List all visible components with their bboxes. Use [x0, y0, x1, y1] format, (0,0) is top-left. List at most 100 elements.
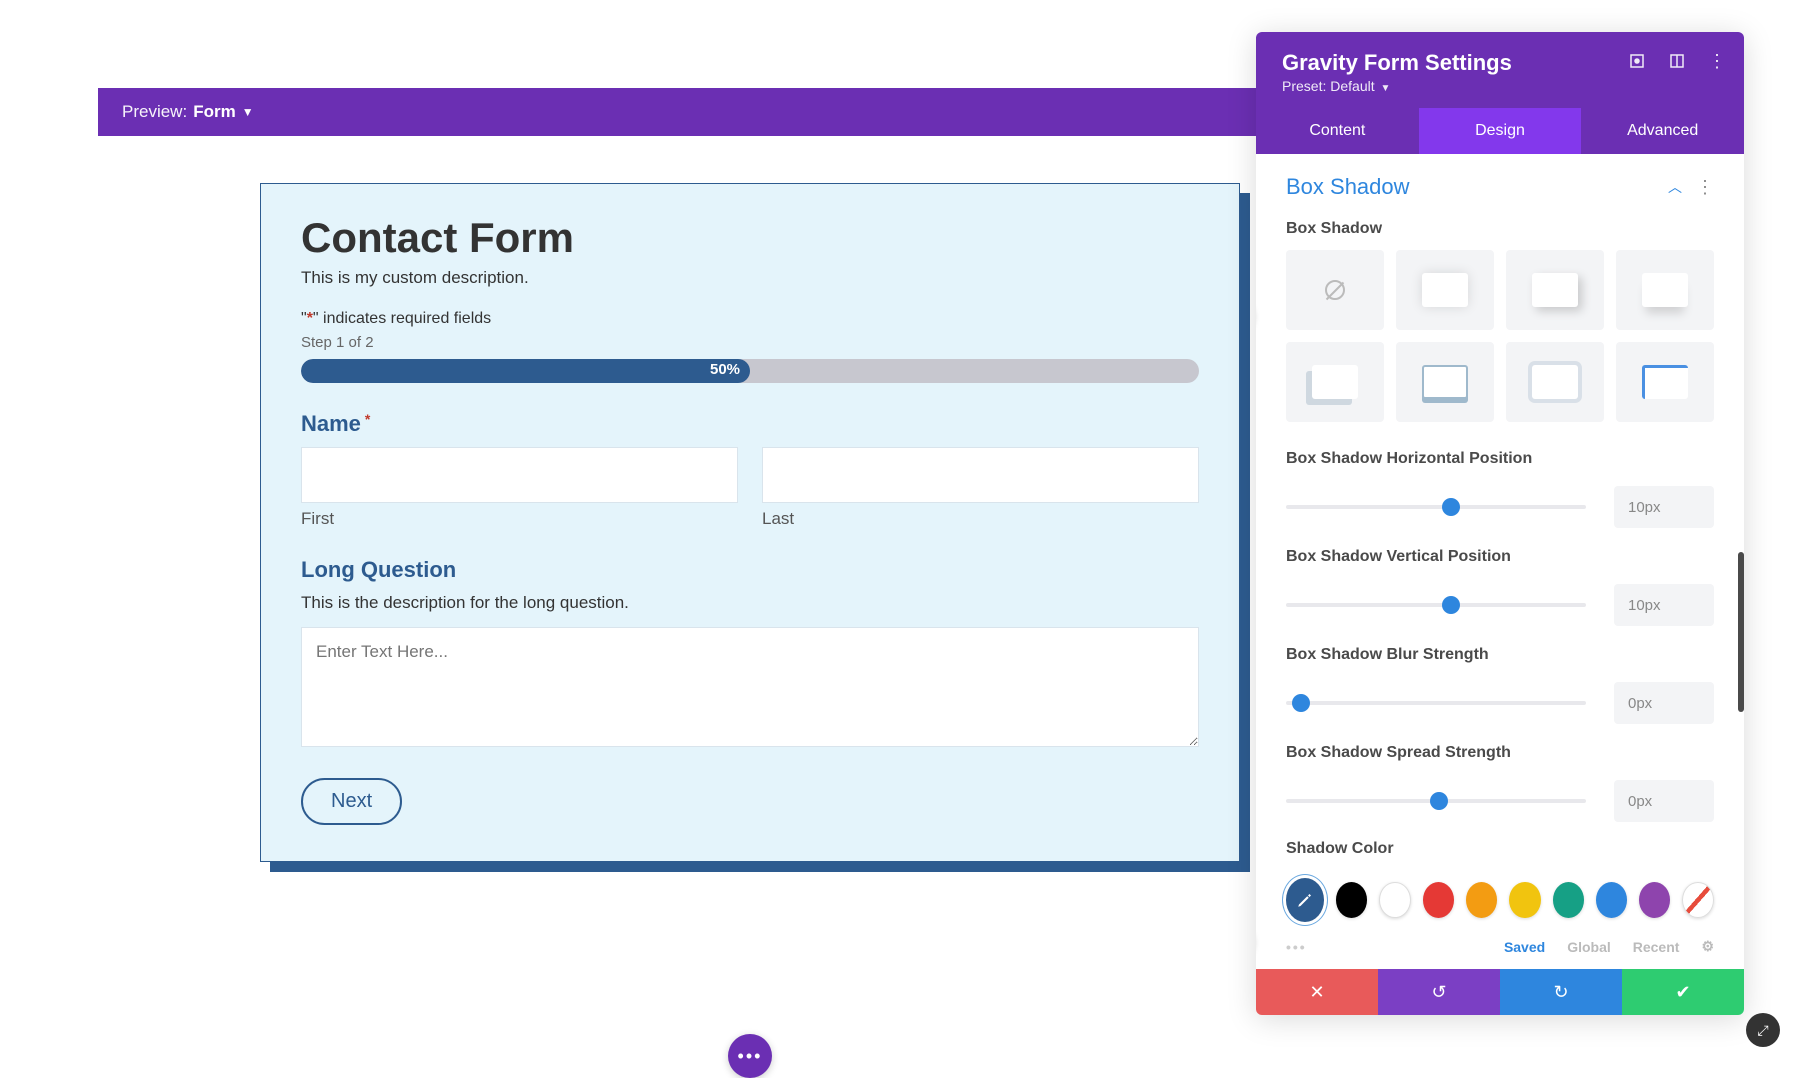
color-swatch[interactable] — [1336, 882, 1367, 918]
scrollbar[interactable] — [1738, 552, 1744, 712]
box-shadow-label: Box Shadow — [1256, 212, 1744, 250]
color-swatch[interactable] — [1379, 882, 1411, 918]
slider-row: 10px — [1286, 584, 1714, 626]
color-cat-recent[interactable]: Recent — [1633, 939, 1680, 955]
progress-percent: 50% — [710, 361, 740, 378]
slider-group: Box Shadow Vertical Position 10px — [1256, 538, 1744, 636]
tab-advanced[interactable]: Advanced — [1581, 108, 1744, 154]
shadow-preset-3[interactable] — [1616, 250, 1714, 330]
name-sublabels: First Last — [301, 509, 1199, 529]
slider-track[interactable] — [1286, 505, 1586, 509]
settings-panel: Gravity Form Settings Preset: Default ▼ … — [1256, 32, 1744, 1015]
kebab-icon[interactable]: ⋮ — [1696, 177, 1714, 198]
slider-value[interactable]: 0px — [1614, 780, 1714, 822]
chevron-down-icon: ▼ — [242, 105, 254, 119]
first-sublabel: First — [301, 509, 738, 529]
slider-label: Box Shadow Horizontal Position — [1286, 450, 1546, 468]
step-indicator: Step 1 of 2 — [301, 334, 1199, 351]
slider-value[interactable]: 0px — [1614, 682, 1714, 724]
slider-thumb[interactable] — [1292, 694, 1310, 712]
gear-icon[interactable]: ⚙ — [1701, 938, 1714, 955]
close-button[interactable]: ✕ — [1256, 969, 1378, 1015]
color-swatch[interactable] — [1423, 882, 1454, 918]
dots-icon[interactable]: ••• — [1286, 939, 1307, 955]
collapse-icon[interactable]: ︿ — [1668, 177, 1682, 197]
layout-icon[interactable] — [1668, 52, 1686, 70]
color-swatch[interactable] — [1639, 882, 1670, 918]
color-categories: ••• Saved Global Recent ⚙ — [1256, 930, 1744, 955]
color-cat-saved[interactable]: Saved — [1504, 939, 1545, 955]
shadow-preset-5[interactable] — [1396, 342, 1494, 422]
confirm-button[interactable]: ✔ — [1622, 969, 1744, 1015]
slider-track[interactable] — [1286, 799, 1586, 803]
color-swatch-row — [1256, 870, 1744, 930]
slider-track[interactable] — [1286, 701, 1586, 705]
section-controls: ︿ ⋮ — [1668, 177, 1714, 198]
shadow-preset-7[interactable] — [1616, 342, 1714, 422]
slider-group: Box Shadow Blur Strength 0px — [1256, 636, 1744, 734]
section-title: Box Shadow — [1286, 174, 1410, 200]
slider-label: Box Shadow Vertical Position — [1286, 548, 1546, 566]
slider-thumb[interactable] — [1442, 498, 1460, 516]
slider-thumb[interactable] — [1442, 596, 1460, 614]
slider-label: Box Shadow Blur Strength — [1286, 646, 1546, 664]
shadow-color-label: Shadow Color — [1256, 832, 1744, 870]
color-swatch[interactable] — [1553, 882, 1584, 918]
question-field-label: Long Question — [301, 557, 1199, 583]
slider-track[interactable] — [1286, 603, 1586, 607]
form-title: Contact Form — [301, 214, 1199, 262]
color-picker-active[interactable] — [1286, 878, 1324, 922]
slider-row: 10px — [1286, 486, 1714, 528]
name-field-label: Name* — [301, 411, 1199, 437]
redo-button[interactable]: ↻ — [1500, 969, 1622, 1015]
color-swatch-none[interactable] — [1682, 882, 1714, 918]
panel-preset[interactable]: Preset: Default ▼ — [1282, 78, 1718, 94]
preview-label: Preview: — [122, 102, 187, 122]
first-name-input[interactable] — [301, 447, 738, 503]
panel-actions: ✕ ↺ ↻ ✔ — [1256, 969, 1744, 1015]
tab-design[interactable]: Design — [1419, 108, 1582, 154]
shadow-preset-4[interactable] — [1286, 342, 1384, 422]
color-cat-global[interactable]: Global — [1567, 939, 1611, 955]
slider-row: 0px — [1286, 780, 1714, 822]
resize-handle-icon[interactable]: ⤢ — [1746, 1013, 1780, 1047]
slider-group: Box Shadow Horizontal Position 10px — [1256, 440, 1744, 538]
slider-value[interactable]: 10px — [1614, 584, 1714, 626]
header-icons: ⋮ — [1628, 52, 1726, 70]
focus-icon[interactable] — [1628, 52, 1646, 70]
slider-label: Box Shadow Spread Strength — [1286, 744, 1546, 762]
slider-group: Box Shadow Spread Strength 0px — [1256, 734, 1744, 832]
shadow-preset-1[interactable] — [1396, 250, 1494, 330]
color-swatch[interactable] — [1596, 882, 1627, 918]
progress-bar: 50% — [301, 359, 1199, 383]
form-description: This is my custom description. — [301, 268, 1199, 288]
name-row — [301, 447, 1199, 503]
shadow-preset-6[interactable] — [1506, 342, 1604, 422]
color-swatch[interactable] — [1509, 882, 1540, 918]
slider-thumb[interactable] — [1430, 792, 1448, 810]
panel-tabs: Content Design Advanced — [1256, 108, 1744, 154]
undo-button[interactable]: ↺ — [1378, 969, 1500, 1015]
kebab-icon[interactable]: ⋮ — [1708, 52, 1726, 70]
preview-mode: Form — [193, 102, 236, 122]
next-button[interactable]: Next — [301, 778, 402, 825]
panel-header: Gravity Form Settings Preset: Default ▼ … — [1256, 32, 1744, 108]
section-header[interactable]: Box Shadow ︿ ⋮ — [1256, 154, 1744, 212]
more-fab[interactable]: ••• — [728, 1034, 772, 1078]
shadow-preset-grid — [1256, 250, 1744, 440]
question-description: This is the description for the long que… — [301, 593, 1199, 613]
preview-bar[interactable]: Preview: Form ▼ — [98, 88, 1280, 136]
question-textarea[interactable] — [301, 627, 1199, 747]
slider-value[interactable]: 10px — [1614, 486, 1714, 528]
tab-content[interactable]: Content — [1256, 108, 1419, 154]
form-preview: Contact Form This is my custom descripti… — [260, 183, 1240, 862]
chevron-down-icon: ▼ — [1381, 83, 1391, 94]
color-swatch[interactable] — [1466, 882, 1497, 918]
shadow-preset-none[interactable] — [1286, 250, 1384, 330]
shadow-preset-2[interactable] — [1506, 250, 1604, 330]
form-container: Contact Form This is my custom descripti… — [260, 183, 1240, 862]
last-sublabel: Last — [762, 509, 1199, 529]
last-name-input[interactable] — [762, 447, 1199, 503]
required-note: "*" indicates required fields — [301, 310, 1199, 328]
progress-fill — [301, 359, 750, 383]
